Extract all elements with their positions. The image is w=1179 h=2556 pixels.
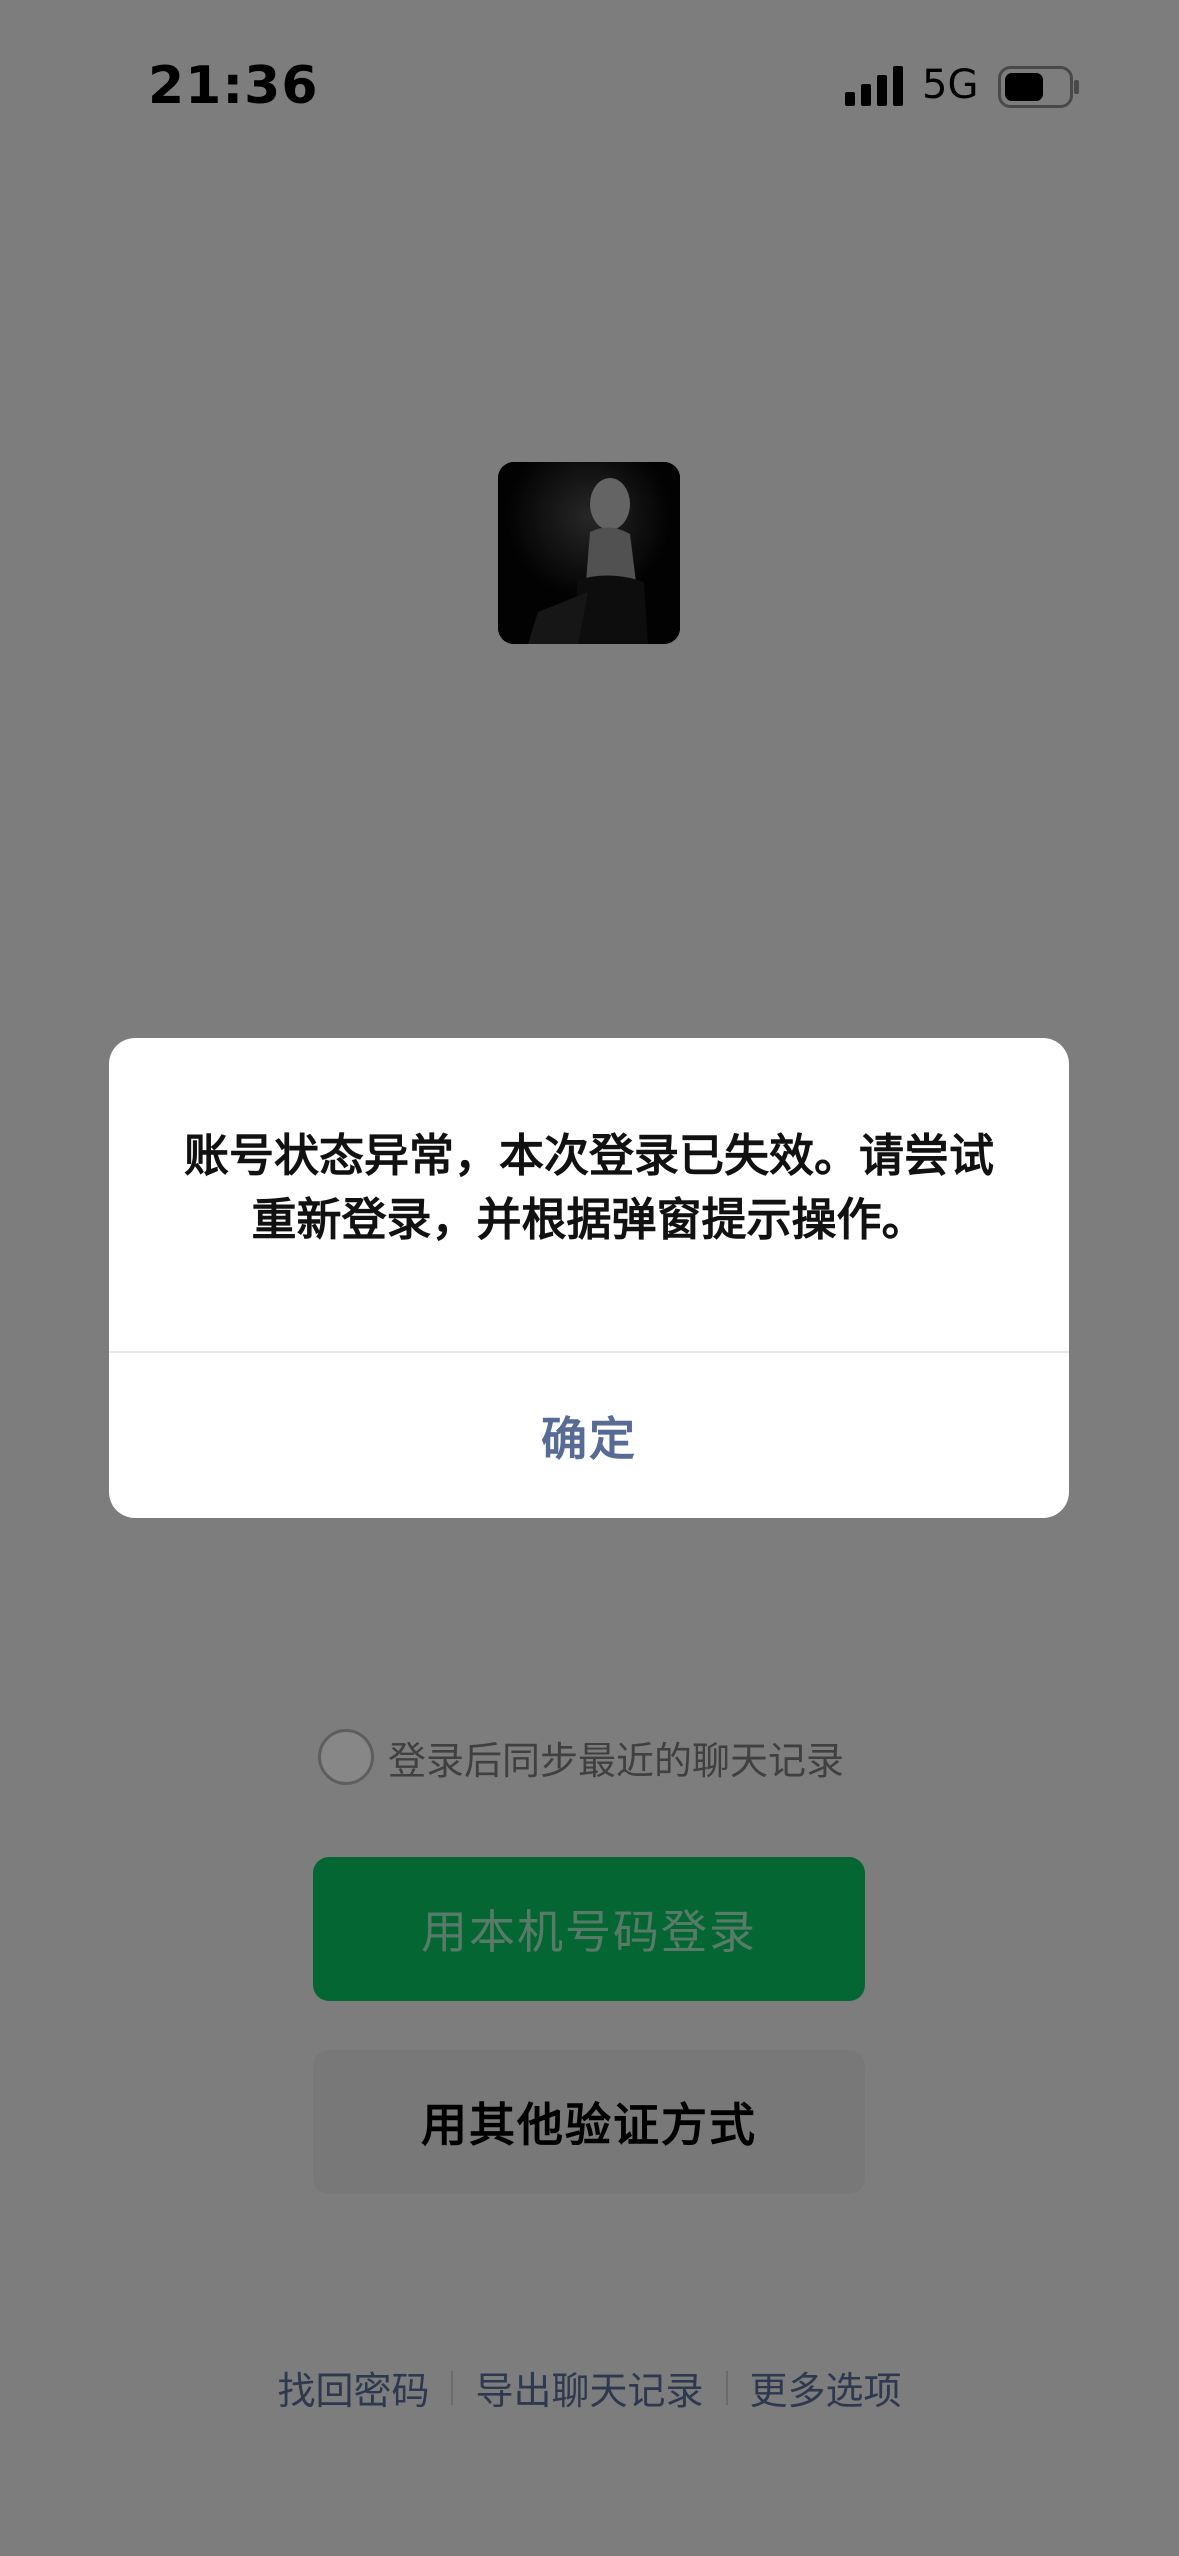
alert-dialog: 账号状态异常，本次登录已失效。请尝试重新登录，并根据弹窗提示操作。 确定: [109, 1038, 1069, 1518]
dialog-message: 账号状态异常，本次登录已失效。请尝试重新登录，并根据弹窗提示操作。: [183, 1129, 994, 1246]
confirm-button[interactable]: 确定: [109, 1353, 1069, 1518]
